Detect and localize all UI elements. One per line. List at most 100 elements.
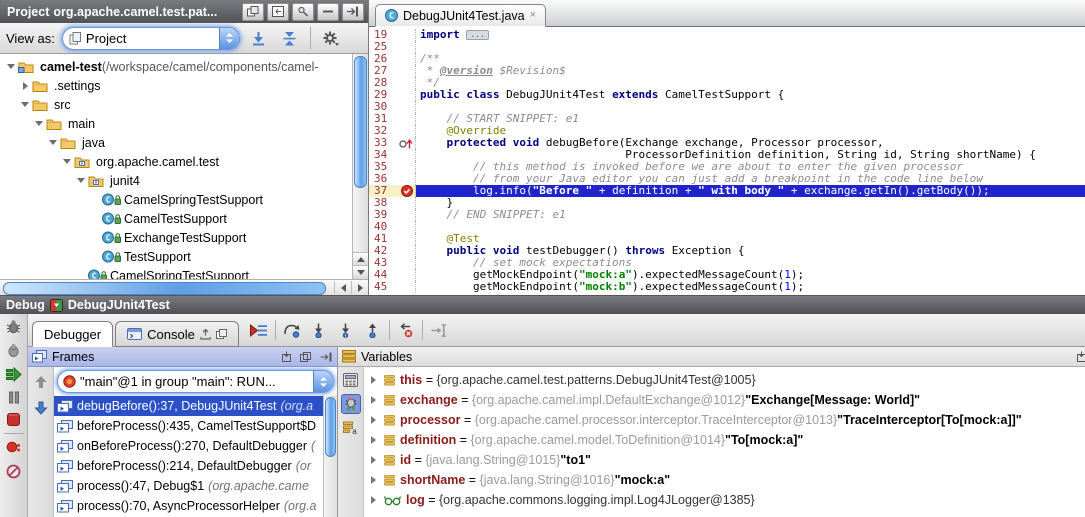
- dock-pin-icon[interactable]: [278, 350, 293, 364]
- code-line-37[interactable]: 37 log.info("Before " + definition + " w…: [369, 185, 1085, 197]
- variable-row-id[interactable]: id = {java.lang.String@1015}"to1": [364, 450, 1085, 470]
- pause-program-icon[interactable]: [8, 391, 20, 404]
- gutter-cell[interactable]: [398, 149, 416, 161]
- stack-frame-item[interactable]: process():47, Debug$1 (org.apache.came: [54, 476, 337, 496]
- expand-arrow-icon[interactable]: [371, 396, 379, 404]
- collapse-arrow-icon[interactable]: [18, 102, 32, 107]
- variable-row-processor[interactable]: processor = {org.apache.camel.processor.…: [364, 410, 1085, 430]
- show-execution-point-icon[interactable]: [247, 320, 271, 341]
- dock-window-icon[interactable]: [267, 3, 289, 21]
- gutter-cell[interactable]: [398, 65, 416, 77]
- expand-arrow-icon[interactable]: [371, 416, 379, 424]
- variable-row-definition[interactable]: definition = {org.apache.camel.model.ToD…: [364, 430, 1085, 450]
- project-horizontal-scrollbar[interactable]: [0, 279, 368, 295]
- mute-breakpoints-icon[interactable]: [6, 464, 21, 479]
- stack-frame-item[interactable]: beforeProcess():214, DefaultDebugger (or: [54, 456, 337, 476]
- sort-alphabetically-icon[interactable]: a: [343, 421, 358, 435]
- expand-arrow-icon[interactable]: [18, 82, 32, 90]
- scroll-up-icon[interactable]: [353, 252, 368, 266]
- tree-item-java[interactable]: java: [0, 133, 352, 152]
- tree-item-CamelTestSupport[interactable]: CCamelTestSupport: [0, 209, 352, 228]
- minimize-window-icon[interactable]: [317, 3, 339, 21]
- gear-icon[interactable]: [319, 27, 343, 49]
- gutter-cell[interactable]: [398, 161, 416, 173]
- frames-scrollbar[interactable]: [323, 395, 337, 517]
- gutter-cell[interactable]: [398, 89, 416, 101]
- collapse-arrow-icon[interactable]: [74, 178, 88, 183]
- gutter-cell[interactable]: [398, 53, 416, 65]
- vertical-scrollbar-thumb[interactable]: [354, 56, 367, 188]
- tree-item-src[interactable]: src: [0, 95, 352, 114]
- editor-tab[interactable]: C DebugJUnit4Test.java ×: [375, 4, 546, 27]
- code-line-29[interactable]: 29public class DebugJUnit4Test extends C…: [369, 89, 1085, 101]
- collapse-arrow-icon[interactable]: [32, 121, 46, 126]
- gutter-cell[interactable]: [398, 233, 416, 245]
- variable-row-exchange[interactable]: exchange = {org.apache.camel.impl.Defaul…: [364, 390, 1085, 410]
- expand-arrow-icon[interactable]: [371, 436, 379, 444]
- gutter-cell[interactable]: [398, 245, 416, 257]
- view-as-select[interactable]: Project: [62, 27, 240, 50]
- stack-frame-item[interactable]: debugBefore():37, DebugJUnit4Test (org.a: [54, 396, 337, 416]
- tree-item-org.apache.camel.test[interactable]: org.apache.camel.test: [0, 152, 352, 171]
- debug-settings-icon[interactable]: [341, 394, 361, 414]
- tree-item-ExchangeTestSupport[interactable]: CExchangeTestSupport: [0, 228, 352, 247]
- next-frame-icon[interactable]: [34, 401, 48, 415]
- gutter-cell[interactable]: [398, 257, 416, 269]
- gutter-cell[interactable]: [398, 281, 416, 293]
- thread-select[interactable]: "main"@1 in group "main": RUN...: [57, 370, 334, 393]
- code-line-39[interactable]: 39 // END SNIPPET: e1: [369, 209, 1085, 221]
- pop-frame-icon[interactable]: [394, 320, 418, 341]
- project-vertical-scrollbar[interactable]: [352, 54, 368, 279]
- gutter-cell[interactable]: [398, 269, 416, 281]
- gutter-cell[interactable]: [398, 125, 416, 137]
- code-line-19[interactable]: 19import ...: [369, 29, 1085, 41]
- code-line-25[interactable]: 25: [369, 41, 1085, 53]
- variable-row-log[interactable]: log = {org.apache.commons.logging.impl.L…: [364, 490, 1085, 510]
- stop-program-icon[interactable]: [7, 413, 20, 426]
- gutter-cell[interactable]: [398, 209, 416, 221]
- scroll-right-icon[interactable]: [351, 281, 368, 294]
- tree-item-CamelSpringTestSupport[interactable]: CCamelSpringTestSupport: [0, 266, 352, 279]
- evaluate-expression-icon[interactable]: [343, 373, 358, 387]
- gutter-cell[interactable]: [398, 221, 416, 233]
- code-line-27[interactable]: 27 * @version $Revision$: [369, 65, 1085, 77]
- expand-arrow-icon[interactable]: [371, 376, 379, 384]
- rerun-debug-icon[interactable]: [6, 319, 21, 334]
- stack-frame-item[interactable]: beforeProcess():435, CamelTestSupport$D: [54, 416, 337, 436]
- float-panel-icon[interactable]: [298, 350, 313, 364]
- tree-item-.settings[interactable]: .settings: [0, 76, 352, 95]
- hide-panel-icon[interactable]: [318, 350, 333, 364]
- tree-item-junit4[interactable]: junit4: [0, 171, 352, 190]
- scroll-left-icon[interactable]: [334, 281, 351, 294]
- tab-debugger[interactable]: Debugger: [32, 321, 113, 347]
- debug-session-icon[interactable]: [6, 343, 21, 358]
- gutter-cell[interactable]: [398, 197, 416, 209]
- collapse-all-icon[interactable]: [278, 27, 302, 49]
- gutter-cell[interactable]: [398, 77, 416, 89]
- collapse-arrow-icon[interactable]: [4, 64, 18, 69]
- variable-row-this[interactable]: this = {org.apache.camel.test.patterns.D…: [364, 370, 1085, 390]
- expand-all-icon[interactable]: [247, 27, 271, 49]
- scroll-down-icon[interactable]: [353, 265, 368, 279]
- stack-frame-item[interactable]: onBeforeProcess():270, DefaultDebugger (: [54, 436, 337, 456]
- frames-scrollbar-thumb[interactable]: [325, 397, 336, 457]
- export-icon[interactable]: [200, 329, 211, 340]
- code-line-45[interactable]: 45 getMockEndpoint("mock:b").expectedMes…: [369, 281, 1085, 293]
- gutter-cell[interactable]: [398, 113, 416, 125]
- gutter-cell[interactable]: [398, 41, 416, 53]
- step-into-icon[interactable]: [307, 320, 331, 341]
- gutter-cell[interactable]: [398, 101, 416, 113]
- close-tab-icon[interactable]: ×: [530, 10, 536, 21]
- collapse-arrow-icon[interactable]: [46, 140, 60, 145]
- expand-arrow-icon[interactable]: [371, 496, 379, 504]
- code-editor[interactable]: 19import ...2526/**27 * @version $Revisi…: [369, 27, 1085, 295]
- line-number[interactable]: 45: [369, 281, 398, 293]
- stack-frame-item[interactable]: process():70, AsyncProcessorHelper (org.…: [54, 496, 337, 516]
- step-over-icon[interactable]: [280, 320, 304, 341]
- variable-row-shortName[interactable]: shortName = {java.lang.String@1016}"mock…: [364, 470, 1085, 490]
- horizontal-scrollbar-thumb[interactable]: [3, 282, 326, 295]
- previous-frame-icon[interactable]: [34, 375, 48, 389]
- step-out-icon[interactable]: [361, 320, 385, 341]
- run-to-cursor-icon[interactable]: [427, 320, 451, 341]
- gutter-cell[interactable]: [398, 29, 416, 41]
